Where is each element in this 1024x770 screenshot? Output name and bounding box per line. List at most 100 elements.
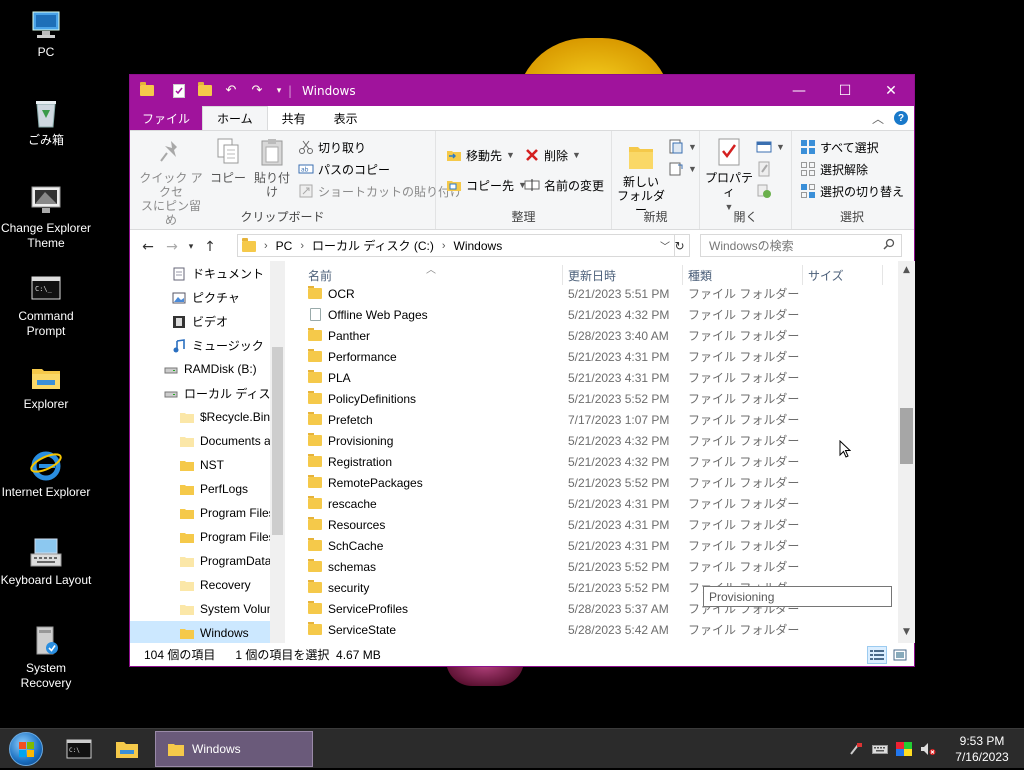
nav-item-documents[interactable]: ドキュメント xyxy=(172,261,285,285)
select-none-button[interactable]: 選択解除 xyxy=(800,159,868,179)
table-row[interactable]: RemotePackages 5/21/2023 5:52 PM ファイル フォルダ… xyxy=(286,472,898,493)
maximize-button[interactable]: ☐ xyxy=(822,75,868,106)
column-header-name[interactable]: 名前 xyxy=(308,267,332,284)
properties-button[interactable]: プロパティ ▼ xyxy=(704,137,754,214)
back-arrow-icon[interactable]: ← xyxy=(136,239,160,255)
desktop-icon-system-recovery[interactable]: System Recovery xyxy=(0,624,92,691)
taskbar-window-windows[interactable]: Windows xyxy=(155,730,313,767)
undo-icon[interactable]: ↶ xyxy=(222,82,240,100)
desktop-icon-pc[interactable]: PC xyxy=(0,8,92,60)
tab-file[interactable]: ファイル xyxy=(130,106,203,130)
scrollbar-thumb[interactable] xyxy=(900,408,913,464)
start-button[interactable] xyxy=(9,731,43,766)
table-row[interactable]: Provisioning 5/21/2023 4:32 PM ファイル フォルダー xyxy=(286,430,898,451)
address-bar[interactable]: › PC › ローカル ディスク (C:) › Windows ﹀ xyxy=(237,234,675,257)
folder-icon xyxy=(308,412,322,425)
copy-button[interactable]: コピー xyxy=(210,137,246,185)
nav-item-videos[interactable]: ビデオ xyxy=(172,309,285,333)
easy-access-button[interactable]: ▼ xyxy=(668,159,697,179)
folder-icon xyxy=(242,237,256,253)
open-button[interactable]: ▼ xyxy=(756,137,785,157)
history-button[interactable] xyxy=(756,181,772,201)
column-header-type[interactable]: 種類 xyxy=(688,267,712,284)
properties-icon[interactable] xyxy=(170,82,188,100)
large-icons-view-button[interactable] xyxy=(890,646,910,664)
folder-icon xyxy=(308,517,322,530)
rename-button[interactable]: 名前の変更 xyxy=(524,175,604,195)
table-row[interactable]: Prefetch 7/17/2023 1:07 PM ファイル フォルダー xyxy=(286,409,898,430)
breadcrumb-local-disk[interactable]: ローカル ディスク (C:) xyxy=(312,237,434,254)
keyboard-icon[interactable] xyxy=(872,742,888,756)
chevron-down-icon[interactable]: ▾ xyxy=(274,82,284,100)
folder-icon xyxy=(308,454,322,467)
copy-path-button[interactable]: ab パスのコピー xyxy=(298,159,390,179)
table-row[interactable]: PolicyDefinitions 5/21/2023 5:52 PM ファイル フ… xyxy=(286,388,898,409)
move-to-button[interactable]: 移動先 ▼ xyxy=(446,145,515,165)
network-tool-icon[interactable] xyxy=(848,742,864,756)
desktop-icon-recycle-bin[interactable]: ごみ箱 xyxy=(0,96,92,148)
redo-icon[interactable]: ↷ xyxy=(248,82,266,100)
help-icon[interactable]: ? xyxy=(894,111,908,125)
scroll-up-arrow-icon[interactable]: ▲ xyxy=(898,265,915,275)
table-row[interactable]: Panther 5/28/2023 3:40 AM ファイル フォルダー xyxy=(286,325,898,346)
edit-button[interactable] xyxy=(756,159,772,179)
desktop-icon-keyboard-layout[interactable]: Keyboard Layout xyxy=(0,536,92,588)
nav-item-music[interactable]: ミュージック xyxy=(172,333,285,357)
close-button[interactable]: ✕ xyxy=(868,75,914,106)
table-row[interactable]: OCR 5/21/2023 5:51 PM ファイル フォルダー xyxy=(286,283,898,304)
file-list-scrollbar[interactable]: ▲ ▼ xyxy=(898,261,915,643)
desktop-icon-explorer[interactable]: Explorer xyxy=(0,360,92,412)
table-row[interactable]: PLA 5/21/2023 4:31 PM ファイル フォルダー xyxy=(286,367,898,388)
search-input[interactable]: Windowsの検索 xyxy=(700,234,902,257)
table-row[interactable]: schemas 5/21/2023 5:52 PM ファイル フォルダー xyxy=(286,556,898,577)
nav-item-pictures[interactable]: ピクチャ xyxy=(172,285,285,309)
new-folder-icon[interactable] xyxy=(196,82,214,100)
scroll-down-arrow-icon[interactable]: ▼ xyxy=(898,627,915,637)
address-dropdown-chevron-icon[interactable]: ﹀ xyxy=(660,238,670,253)
recent-locations-chevron-icon[interactable]: ▾ xyxy=(184,242,198,252)
copy-to-button[interactable]: コピー先 ▼ xyxy=(446,175,527,195)
scrollbar-thumb[interactable] xyxy=(272,347,283,535)
table-row[interactable]: SchCache 5/21/2023 4:31 PM ファイル フォルダー xyxy=(286,535,898,556)
tab-home[interactable]: ホーム xyxy=(202,106,268,130)
tab-view[interactable]: 表示 xyxy=(320,106,372,130)
chevron-up-icon[interactable]: ︿ xyxy=(872,110,884,127)
nav-item-ramdisk[interactable]: RAMDisk (B:) xyxy=(164,357,285,381)
nav-item-local-disk[interactable]: ローカル ディスク (C:) xyxy=(164,381,285,405)
taskbar-command-prompt[interactable]: C:\ xyxy=(61,732,97,766)
cut-button[interactable]: 切り取り xyxy=(298,137,366,157)
paste-button[interactable]: 貼り付け xyxy=(250,137,294,199)
breadcrumb-pc[interactable]: PC xyxy=(276,239,293,253)
table-row[interactable]: Resources 5/21/2023 4:31 PM ファイル フォルダー xyxy=(286,514,898,535)
table-row[interactable]: rescache 5/21/2023 4:31 PM ファイル フォルダー xyxy=(286,493,898,514)
desktop-icon-change-explorer-theme[interactable]: Change Explorer Theme xyxy=(0,184,92,251)
breadcrumb-windows[interactable]: Windows xyxy=(454,239,503,253)
desktop-icon-command-prompt[interactable]: C:\_ Command Prompt xyxy=(0,272,92,339)
new-folder-button[interactable]: 新しい フォルダー xyxy=(616,137,666,217)
table-row[interactable]: Offline Web Pages 5/21/2023 4:32 PM ファイル フ… xyxy=(286,304,898,325)
table-row[interactable]: Registration 5/21/2023 4:32 PM ファイル フォルダー xyxy=(286,451,898,472)
volume-muted-icon[interactable] xyxy=(920,742,936,756)
desktop-icon-internet-explorer[interactable]: Internet Explorer xyxy=(0,448,92,500)
invert-selection-button[interactable]: 選択の切り替え xyxy=(800,181,904,201)
nav-item-windows[interactable]: Windows xyxy=(130,621,270,643)
table-row[interactable]: Performance 5/21/2023 4:31 PM ファイル フォルダー xyxy=(286,346,898,367)
tab-share[interactable]: 共有 xyxy=(268,106,320,130)
taskbar-explorer[interactable] xyxy=(109,732,145,766)
color-display-icon[interactable] xyxy=(896,741,912,756)
title-bar[interactable]: ↶ ↷ ▾ | Windows — ☐ ✕ xyxy=(130,75,914,106)
refresh-button[interactable]: ↻ xyxy=(670,234,690,257)
navigation-scrollbar[interactable] xyxy=(270,261,285,643)
table-row[interactable]: ServiceState 5/28/2023 5:42 AM ファイル フォルダー xyxy=(286,619,898,640)
up-arrow-icon[interactable]: ↑ xyxy=(198,239,222,255)
column-header-date[interactable]: 更新日時 xyxy=(568,267,616,284)
column-header-size[interactable]: サイズ xyxy=(808,267,844,284)
new-item-button[interactable]: ▼ xyxy=(668,137,697,157)
delete-button[interactable]: 削除 ▼ xyxy=(524,145,581,165)
minimize-button[interactable]: — xyxy=(776,75,822,106)
forward-arrow-icon[interactable]: → xyxy=(160,239,184,255)
chevron-down-icon: ▼ xyxy=(776,142,785,152)
details-view-button[interactable] xyxy=(867,646,887,664)
select-all-button[interactable]: すべて選択 xyxy=(800,137,879,157)
clock[interactable]: 9:53 PM 7/16/2023 xyxy=(950,733,1014,765)
